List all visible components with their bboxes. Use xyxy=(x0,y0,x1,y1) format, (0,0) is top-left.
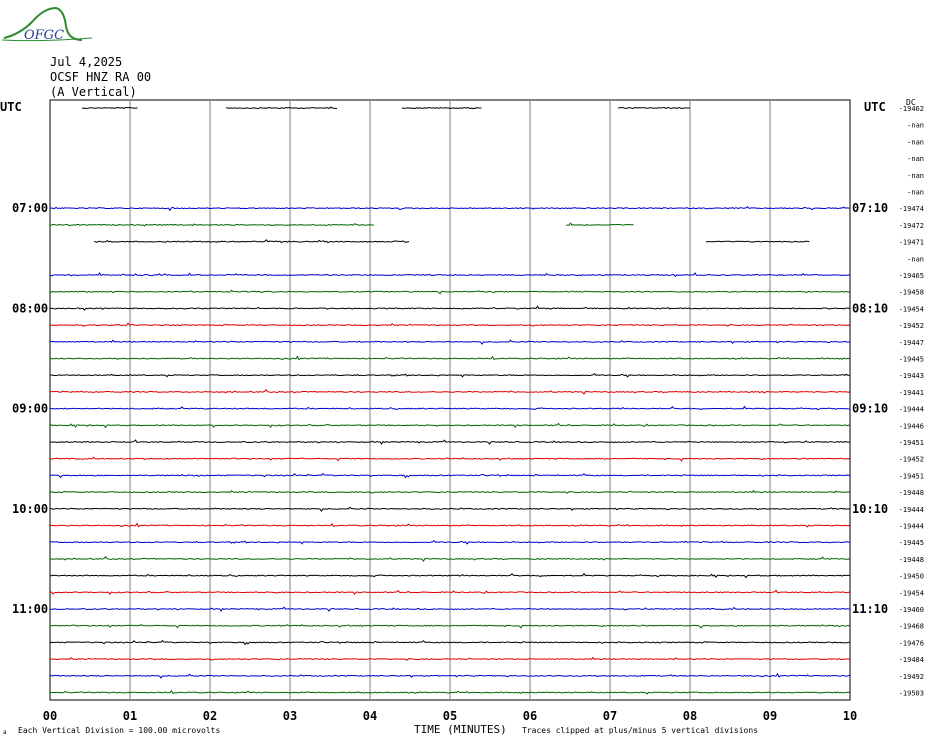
corner-mark: a xyxy=(3,729,7,736)
grid-lines xyxy=(129,100,771,700)
helicorder-chart: OFGC Jul 4,2025 OCSF HNZ RA 00 (A Vertic… xyxy=(0,6,924,736)
seismic-trace xyxy=(49,223,375,227)
x-tick-labels: 00 01 02 03 04 05 06 07 08 09 10 xyxy=(43,709,857,723)
dc-offset-label: -nan xyxy=(907,255,924,263)
dc-offset-label: -19446 xyxy=(899,422,924,430)
x-tick-label: 07 xyxy=(603,709,617,723)
ofgc-logo: OFGC xyxy=(1,6,93,43)
right-hour-label: 07:10 xyxy=(852,201,888,215)
dc-offset-label: -19468 xyxy=(899,623,924,631)
seismic-trace xyxy=(401,107,482,110)
dc-offset-label: -19445 xyxy=(899,356,924,364)
dc-offset-label: -19465 xyxy=(899,272,924,280)
dc-offset-label: -19452 xyxy=(899,322,924,330)
dc-offset-label: -nan xyxy=(907,122,924,130)
dc-offset-label: -19444 xyxy=(899,506,924,514)
left-hour-label: 09:00 xyxy=(12,402,48,416)
dc-offset-label: -nan xyxy=(907,155,924,163)
dc-offset-label: -19492 xyxy=(899,673,924,681)
x-tick-label: 04 xyxy=(363,709,377,723)
component-label: (A Vertical) xyxy=(50,85,137,99)
dc-offset-label: -19474 xyxy=(899,205,924,213)
right-time-labels: 07:10 08:10 09:10 10:10 11:10 xyxy=(852,201,888,616)
dc-offset-label: -19450 xyxy=(899,573,924,581)
dc-offset-label: -19445 xyxy=(899,539,924,547)
x-tick-label: 05 xyxy=(443,709,457,723)
x-tick-label: 00 xyxy=(43,709,57,723)
left-time-labels: 07:00 08:00 09:00 10:00 11:00 xyxy=(12,201,48,616)
dc-offset-label: -nan xyxy=(907,138,924,146)
x-tick-label: 01 xyxy=(123,709,137,723)
dc-offset-label: -19443 xyxy=(899,372,924,380)
scale-note: Each Vertical Division = 100.00 microvol… xyxy=(18,726,220,735)
seismic-trace xyxy=(617,107,691,109)
dc-offset-label: -19448 xyxy=(899,556,924,564)
right-utc-label: UTC xyxy=(864,100,886,114)
left-hour-label: 07:00 xyxy=(12,201,48,215)
x-tick-label: 10 xyxy=(843,709,857,723)
seismic-trace xyxy=(705,240,810,243)
dc-offset-label: -19460 xyxy=(899,606,924,614)
chart-date: Jul 4,2025 xyxy=(50,55,122,69)
seismic-trace xyxy=(225,106,338,109)
station-name: OCSF HNZ RA 00 xyxy=(50,70,151,84)
dc-offset-label: -19447 xyxy=(899,339,924,347)
dc-offset-label: -19484 xyxy=(899,656,924,664)
x-tick-label: 03 xyxy=(283,709,297,723)
seismic-trace xyxy=(81,107,138,109)
x-tick-label: 08 xyxy=(683,709,697,723)
right-hour-label: 11:10 xyxy=(852,602,888,616)
left-utc-label: UTC xyxy=(0,100,22,114)
dc-offset-labels: -19462 -nan -nan -nan -nan -nan -19474 -19472 -1… xyxy=(899,105,924,698)
dc-offset-label: -19471 xyxy=(899,239,924,247)
dc-offset-label: -19452 xyxy=(899,456,924,464)
dc-offset-label: -nan xyxy=(907,172,924,180)
logo-text: OFGC xyxy=(24,28,64,43)
dc-offset-label: -19454 xyxy=(899,305,924,313)
seismic-trace xyxy=(565,222,634,226)
dc-offset-label: -nan xyxy=(907,189,924,197)
right-hour-label: 09:10 xyxy=(852,402,888,416)
dc-offset-label: -19458 xyxy=(899,289,924,297)
dc-offset-label: -19503 xyxy=(899,690,924,698)
dc-offset-label: -19472 xyxy=(899,222,924,230)
left-hour-label: 08:00 xyxy=(12,301,48,315)
dc-offset-label: -19451 xyxy=(899,439,924,447)
x-axis-title: TIME (MINUTES) xyxy=(414,723,507,736)
clip-note: Traces clipped at plus/minus 5 vertical … xyxy=(522,726,758,735)
right-hour-label: 08:10 xyxy=(852,301,888,315)
x-tick-label: 09 xyxy=(763,709,777,723)
dc-offset-label: -19448 xyxy=(899,489,924,497)
dc-offset-label: -19454 xyxy=(899,589,924,597)
x-tick-label: 02 xyxy=(203,709,217,723)
right-hour-label: 10:10 xyxy=(852,502,888,516)
seismic-trace xyxy=(93,239,410,244)
left-hour-label: 10:00 xyxy=(12,502,48,516)
dc-offset-label: -19476 xyxy=(899,639,924,647)
dc-offset-label: -19444 xyxy=(899,406,924,414)
x-tick-label: 06 xyxy=(523,709,537,723)
dc-offset-label: -19441 xyxy=(899,389,924,397)
dc-offset-label: -19451 xyxy=(899,472,924,480)
left-hour-label: 11:00 xyxy=(12,602,48,616)
dc-offset-label: -19444 xyxy=(899,523,924,531)
dc-offset-label: -19462 xyxy=(899,105,924,113)
